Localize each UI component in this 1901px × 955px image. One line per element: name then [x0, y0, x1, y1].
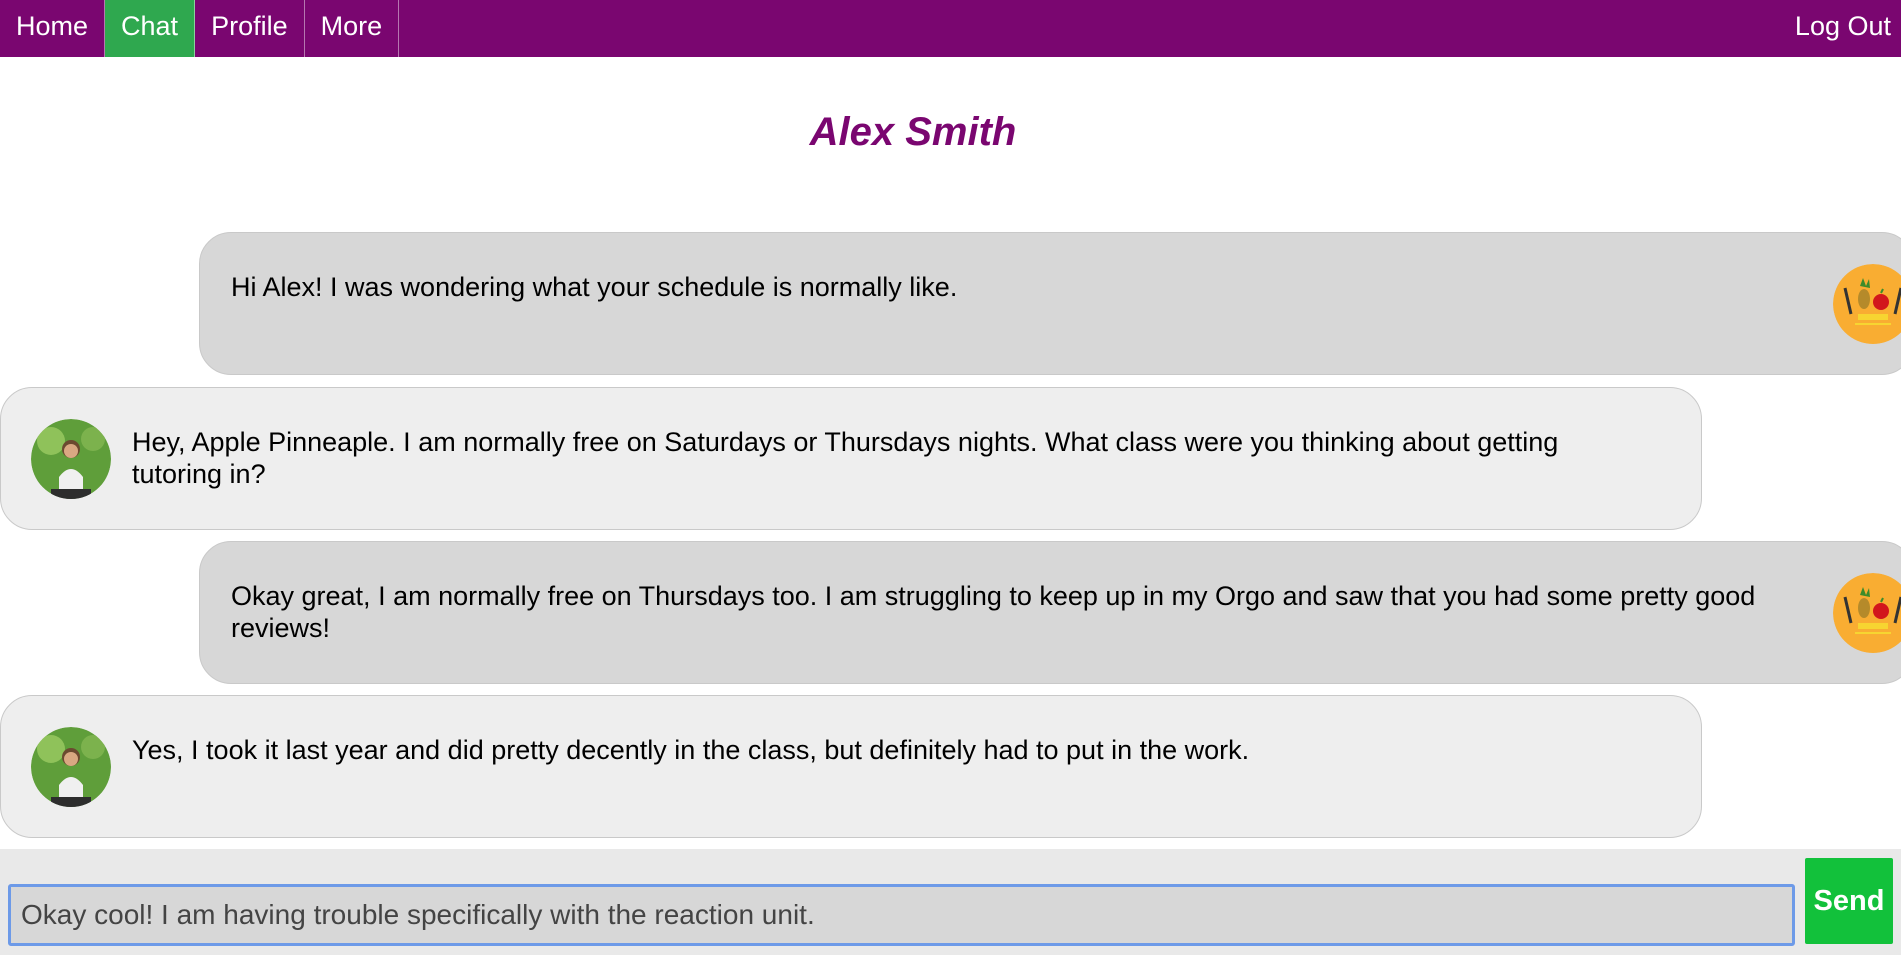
send-button[interactable]: Send: [1805, 858, 1893, 944]
message-text: Hi Alex! I was wondering what your sched…: [231, 272, 958, 302]
message-bubble-received: Hey, Apple Pinneaple. I am normally free…: [0, 387, 1702, 530]
tutor-photo-avatar: [31, 419, 111, 499]
message-bubble-sent: Hi Alex! I was wondering what your sched…: [199, 232, 1901, 375]
logout-link[interactable]: Log Out: [1779, 0, 1901, 57]
top-navbar: Home Chat Profile More Log Out: [0, 0, 1901, 57]
chat-partner-name: Alex Smith: [809, 110, 1017, 154]
message-bubble-received: Yes, I took it last year and did pretty …: [0, 695, 1702, 838]
nav-chat[interactable]: Chat: [105, 0, 196, 57]
ppap-logo-avatar: [1833, 264, 1901, 344]
message-text: Yes, I took it last year and did pretty …: [132, 735, 1250, 765]
nav-profile[interactable]: Profile: [195, 0, 305, 57]
tutor-photo-avatar: [31, 727, 111, 807]
nav-more[interactable]: More: [305, 0, 400, 57]
message-bubble-sent: Okay great, I am normally free on Thursd…: [199, 541, 1901, 684]
message-input[interactable]: [8, 884, 1795, 946]
nav-home[interactable]: Home: [0, 0, 106, 57]
ppap-logo-avatar: [1833, 573, 1901, 653]
message-text: Hey, Apple Pinneaple. I am normally free…: [132, 427, 1559, 489]
message-composer: Send: [0, 849, 1901, 955]
message-text: Okay great, I am normally free on Thursd…: [231, 581, 1756, 643]
